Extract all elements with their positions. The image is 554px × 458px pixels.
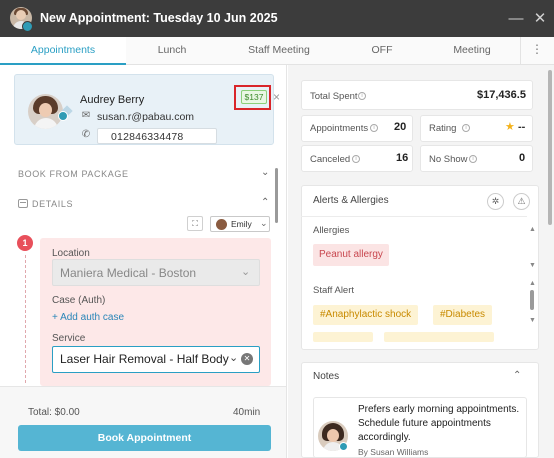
alerts-allergies-card: [301, 185, 539, 350]
appointment-type-tabs: Appointments Lunch Staff Meeting OFF Mee…: [0, 37, 554, 65]
tab-staff-meeting[interactable]: Staff Meeting: [218, 37, 340, 65]
book-from-package-header[interactable]: BOOK FROM PACKAGE: [18, 169, 129, 179]
case-auth-label: Case (Auth): [52, 295, 106, 306]
client-email: susan.r@pabau.com: [97, 111, 195, 123]
details-icon: [18, 199, 28, 208]
staff-avatar: [216, 219, 227, 230]
close-button[interactable]: ✕: [530, 8, 550, 28]
medical-icon[interactable]: ✲: [487, 193, 504, 210]
no-show-value: 0: [519, 152, 526, 164]
minimize-button[interactable]: —: [506, 8, 526, 28]
chevron-down-icon[interactable]: ⌄: [229, 351, 238, 364]
chevron-up-icon[interactable]: ⌃: [513, 370, 521, 381]
no-show-label: No Show: [429, 154, 468, 165]
book-appointment-button[interactable]: Book Appointment: [18, 425, 271, 451]
alerts-scrollbar[interactable]: [530, 290, 534, 310]
step-number-badge: 1: [17, 235, 33, 251]
remove-client-icon[interactable]: ×: [273, 91, 283, 103]
details-header[interactable]: DETAILS: [32, 199, 73, 209]
email-icon: ✉: [81, 110, 91, 121]
staff-select[interactable]: Emily ⌄: [210, 216, 270, 232]
info-icon: i: [370, 124, 378, 132]
client-name[interactable]: Audrey Berry: [80, 94, 144, 106]
scroll-down-icon[interactable]: ▼: [529, 317, 536, 324]
appointments-label: Appointments: [310, 123, 369, 134]
staff-alert-label: Staff Alert: [313, 285, 355, 296]
star-icon: ★: [505, 121, 515, 133]
service-value: Laser Hair Removal - Half Body: [60, 352, 229, 366]
note-author: By Susan Williams: [358, 447, 429, 457]
total-spent-value: $17,436.5: [477, 89, 526, 101]
chevron-down-icon: ⌄: [241, 266, 251, 278]
client-card: Audrey Berry ✉ susan.r@pabau.com ✆ 01284…: [14, 74, 280, 145]
left-scrollbar[interactable]: [275, 168, 278, 223]
staff-alert-tag-partial: [384, 332, 494, 342]
right-scrollbar[interactable]: [548, 70, 552, 225]
client-phone: 012846334478: [111, 131, 184, 143]
duration: 40min: [233, 407, 261, 418]
add-auth-case-link[interactable]: + Add auth case: [52, 312, 124, 323]
note-text-line: Schedule future appointments: [358, 418, 491, 429]
chevron-down-icon: ⌄: [260, 218, 268, 228]
total-price: Total: $0.00: [28, 407, 80, 418]
title-bar: New Appointment: Tuesday 10 Jun 2025 — ✕: [0, 0, 554, 37]
canceled-label: Canceled: [310, 154, 351, 165]
rating-label: Rating: [429, 123, 457, 134]
info-icon: i: [462, 124, 470, 132]
staff-alert-tag-partial: [313, 332, 373, 342]
note-text-line: Prefers early morning appointments.: [358, 404, 520, 415]
info-icon: i: [352, 155, 360, 163]
tab-lunch[interactable]: Lunch: [126, 37, 218, 65]
staff-alert-tag: #Anaphylactic shock: [313, 305, 419, 325]
window-title: New Appointment: Tuesday 10 Jun 2025: [40, 11, 278, 25]
warning-icon[interactable]: ⚠: [513, 193, 530, 210]
tab-appointments[interactable]: Appointments: [0, 37, 126, 65]
location-label: Location: [52, 248, 90, 259]
alerts-title: Alerts & Allergies: [313, 195, 389, 206]
clear-service-icon[interactable]: ✕: [241, 353, 253, 365]
note-text-line: accordingly.: [358, 432, 411, 443]
scroll-up-icon[interactable]: ▲: [529, 280, 536, 287]
status-dot-icon: [22, 21, 33, 32]
scroll-down-icon[interactable]: ▼: [529, 262, 536, 269]
info-icon: i: [469, 155, 477, 163]
total-spent-chip: $137: [241, 90, 267, 104]
client-avatar: [28, 94, 63, 129]
canceled-value: 16: [396, 152, 409, 164]
staff-alert-tag: #Diabetes: [433, 305, 493, 325]
tab-off[interactable]: OFF: [340, 37, 424, 65]
notes-title: Notes: [313, 371, 340, 382]
client-status-icon: [58, 111, 68, 121]
rating-value: --: [518, 121, 526, 133]
chevron-up-icon[interactable]: ⌃: [261, 198, 271, 208]
tab-meeting[interactable]: Meeting: [424, 37, 520, 65]
author-status-icon: [339, 442, 348, 451]
info-icon: i: [358, 92, 366, 100]
phone-icon: ✆: [81, 129, 91, 140]
allergies-label: Allergies: [313, 225, 350, 236]
scroll-up-icon[interactable]: ▲: [529, 226, 536, 233]
staff-name: Emily: [231, 219, 252, 229]
location-value: Maniera Medical - Boston: [60, 266, 197, 280]
total-spent-label: Total Spent: [310, 91, 358, 102]
appointments-value: 20: [394, 121, 407, 133]
more-tabs-button[interactable]: ⋮: [520, 37, 554, 65]
service-label: Service: [52, 333, 86, 344]
staff-filter-button[interactable]: ⛶: [187, 216, 203, 231]
allergy-tag: Peanut allergy: [313, 244, 389, 266]
chevron-down-icon[interactable]: ⌄: [261, 168, 271, 178]
